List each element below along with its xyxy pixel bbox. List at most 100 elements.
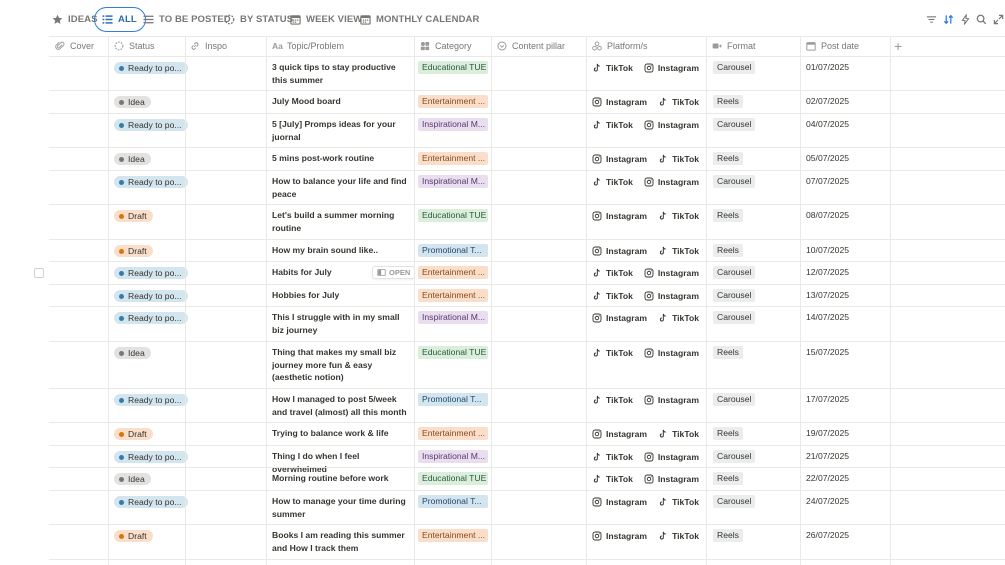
topic-title[interactable]: Hobbies for July [272,289,412,302]
topic-title[interactable]: How I managed to post 5/week and travel … [272,393,412,418]
topic-title[interactable]: How to balance your life and find peace [272,175,412,200]
topic-title[interactable]: How to manage your time during summer [272,495,412,520]
status-badge[interactable]: Ready to po... [114,176,188,188]
table-row[interactable]: Idea 5 mins post-work routine Entertainmen… [0,147,1005,170]
table-row[interactable]: Ready to po... Thing I do when I feel ove… [0,445,1005,474]
status-badge[interactable]: Ready to po... [114,119,188,131]
format-tag[interactable]: Carousel [713,118,756,131]
platforms-cell[interactable]: Instagram TikTok [592,428,699,440]
table-row[interactable]: Idea Morning routine before work Education… [0,467,1005,490]
post-date[interactable]: 05/07/2025 [806,153,849,163]
topic-title[interactable]: July Mood board [272,95,412,108]
post-date[interactable]: 14/07/2025 [806,312,849,322]
column-header-content-pillar[interactable]: Content pillar [497,36,565,56]
topic-title[interactable]: Books I am reading this summer and How I… [272,529,412,554]
category-tag[interactable]: Inspirational M... [418,450,488,463]
table-row[interactable]: Idea Thing that makes my small biz journe… [0,341,1005,388]
table-row[interactable]: Draft Trying to balance work & life Entert… [0,422,1005,445]
topic-title[interactable]: Thing that makes my small biz journey mo… [272,346,412,384]
category-tag[interactable]: Educational TUE [418,346,488,359]
add-column-button[interactable]: + [894,38,902,54]
format-tag[interactable]: Reels [713,427,743,440]
topic-title[interactable]: 5 [July] Promps ideas for your juornal [272,118,412,143]
platforms-cell[interactable]: Instagram TikTok [592,153,699,165]
platforms-cell[interactable]: TikTok Instagram [592,290,699,302]
post-date[interactable]: 17/07/2025 [806,394,849,404]
post-date[interactable]: 21/07/2025 [806,451,849,461]
category-tag[interactable]: Entertainment ... [418,289,488,302]
column-header-inspo[interactable]: Inspo [190,36,227,56]
format-tag[interactable]: Carousel [713,450,756,463]
status-badge[interactable]: Ready to po... [114,394,188,406]
tab-monthly-calendar[interactable]: MONTHLY CALENDAR [360,7,479,32]
table-row[interactable]: Ready to po... How I managed to post 5/we… [0,388,1005,422]
table-row[interactable]: Ready to po... Hobbies for July Entertainm… [0,284,1005,306]
tab-ideas[interactable]: IDEAS [52,7,98,32]
column-header-format[interactable]: Format [712,36,756,56]
status-badge[interactable]: Draft [114,428,153,440]
column-header-cover[interactable]: Cover [55,36,94,56]
format-tag[interactable]: Carousel [713,393,756,406]
platforms-cell[interactable]: TikTok Instagram [592,62,699,74]
platforms-cell[interactable]: Instagram TikTok [592,210,699,222]
post-date[interactable]: 19/07/2025 [806,428,849,438]
status-badge[interactable]: Ready to po... [114,496,188,508]
post-date[interactable]: 13/07/2025 [806,290,849,300]
platforms-cell[interactable]: TikTok Instagram [592,451,699,463]
topic-title[interactable]: Morning routine before work [272,472,412,485]
post-date[interactable]: 02/07/2025 [806,96,849,106]
category-tag[interactable]: Promotional T... [418,495,488,508]
category-tag[interactable]: Educational TUE [418,61,488,74]
category-tag[interactable]: Inspirational M... [418,118,488,131]
platforms-cell[interactable]: TikTok Instagram [592,119,699,131]
category-tag[interactable]: Inspirational M... [418,175,488,188]
sort-icon[interactable] [942,13,954,25]
table-row[interactable]: Ready to po... How to balance your life a… [0,170,1005,204]
tab-by-status[interactable]: BY STATUS [224,7,293,32]
format-tag[interactable]: Carousel [713,289,756,302]
topic-title[interactable]: 3 quick tips to stay productive this sum… [272,61,412,86]
table-row[interactable]: Ready to po... How to manage your time du… [0,490,1005,524]
column-header-platforms[interactable]: Platform/s [592,36,648,56]
status-badge[interactable]: Ready to po... [114,290,188,302]
post-date[interactable]: 24/07/2025 [806,496,849,506]
platforms-cell[interactable]: TikTok Instagram [592,394,699,406]
post-date[interactable]: 22/07/2025 [806,473,849,483]
format-tag[interactable]: Carousel [713,495,756,508]
table-row[interactable]: Ready to po... 5 [July] Promps ideas for … [0,113,1005,147]
row-checkbox[interactable] [34,268,44,278]
platforms-cell[interactable]: Instagram TikTok [592,530,699,542]
category-tag[interactable]: Promotional T... [418,393,488,406]
platforms-cell[interactable]: Instagram TikTok [592,496,699,508]
status-badge[interactable]: Ready to po... [114,312,188,324]
table-row[interactable]: Ready to po... 3 quick tips to stay produ… [0,56,1005,90]
platforms-cell[interactable]: TikTok Instagram [592,347,699,359]
category-tag[interactable]: Inspirational M... [418,311,488,324]
table-row[interactable]: Ready to po... This I struggle with in my… [0,306,1005,341]
status-badge[interactable]: Idea [114,96,151,108]
platforms-cell[interactable]: Instagram TikTok [592,245,699,257]
format-tag[interactable]: Carousel [713,175,756,188]
status-badge[interactable]: Draft [114,210,153,222]
format-tag[interactable]: Reels [713,152,743,165]
post-date[interactable]: 07/07/2025 [806,176,849,186]
format-tag[interactable]: Reels [713,244,743,257]
tab-to-be-posted[interactable]: TO BE POSTED [143,7,231,32]
format-tag[interactable]: Reels [713,472,743,485]
status-badge[interactable]: Ready to po... [114,62,188,74]
table-row[interactable]: Draft Let's build a summer morning routin… [0,204,1005,239]
platforms-cell[interactable]: Instagram TikTok [592,96,699,108]
platforms-cell[interactable]: TikTok Instagram [592,267,699,279]
table-row[interactable]: Idea July Mood board Entertainment ... Inst… [0,90,1005,113]
platforms-cell[interactable]: TikTok Instagram [592,176,699,188]
category-tag[interactable]: Entertainment ... [418,152,488,165]
tab-week-view[interactable]: WEEK VIEW [290,7,362,32]
search-icon[interactable] [975,13,987,25]
column-header-category[interactable]: Category [420,36,472,56]
column-header-status[interactable]: Status [114,36,155,56]
column-header-post-date[interactable]: Post date [806,36,859,56]
status-badge[interactable]: Idea [114,347,151,359]
status-badge[interactable]: Ready to po... [114,267,188,279]
post-date[interactable]: 10/07/2025 [806,245,849,255]
format-tag[interactable]: Carousel [713,61,756,74]
